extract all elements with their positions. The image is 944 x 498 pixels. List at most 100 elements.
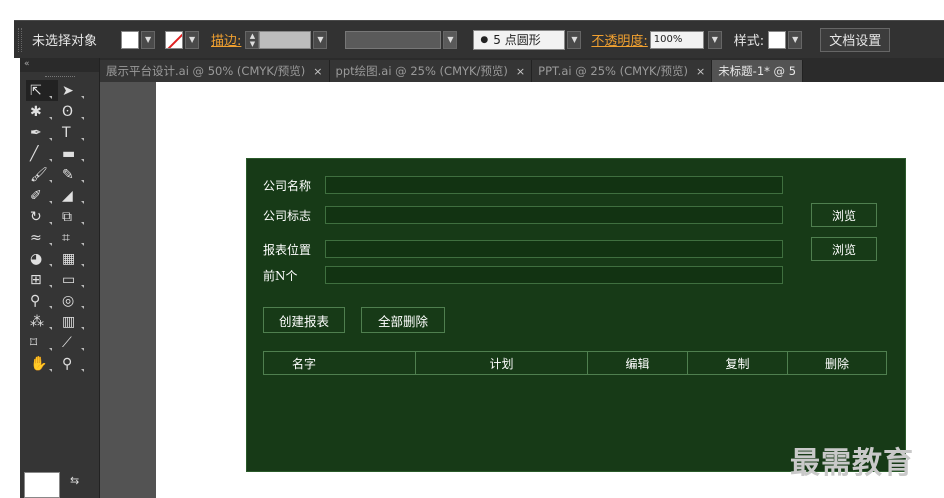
tool-row: ✱ ʘ — [20, 101, 99, 122]
rectangle-tool-icon[interactable]: ▬ — [58, 143, 90, 164]
window-top-strip — [0, 0, 944, 20]
tool-row: 🖌 ✎ — [20, 164, 99, 185]
slice-tool-icon[interactable]: ⟋ — [58, 332, 90, 353]
company-name-label: 公司名称 — [263, 178, 312, 193]
report-location-input[interactable] — [325, 240, 783, 258]
control-bar-grip[interactable] — [18, 27, 22, 52]
selection-tool-icon[interactable]: ⇱ — [26, 80, 58, 101]
document-tab-3[interactable]: PPT.ai @ 25% (CMYK/预览) × — [532, 60, 713, 82]
opacity-label[interactable]: 不透明度: — [591, 30, 647, 49]
column-header-plan[interactable]: 计划 — [416, 352, 588, 374]
top-n-input[interactable] — [325, 266, 783, 284]
browse-location-button[interactable]: 浏览 — [811, 237, 877, 261]
line-segment-tool-icon[interactable]: ╱ — [26, 143, 58, 164]
swap-fill-stroke-icon[interactable]: ⇆ — [70, 474, 79, 487]
paintbrush-tool-icon[interactable]: 🖌 — [26, 164, 58, 185]
top-n-label: 前N个 — [263, 268, 298, 283]
brush-dot-icon: ● — [480, 34, 489, 45]
scale-tool-icon[interactable]: ⧉ — [58, 206, 90, 227]
tool-row: ✐ ◢ — [20, 185, 99, 206]
fill-stroke-indicator[interactable] — [24, 472, 60, 498]
pencil-tool-icon[interactable]: ✎ — [58, 164, 90, 185]
company-name-input[interactable] — [325, 176, 783, 194]
tools-panel-grip[interactable] — [20, 72, 99, 80]
opacity-field[interactable]: 100% — [649, 30, 704, 49]
symbol-sprayer-tool-icon[interactable]: ⁂ — [26, 311, 58, 332]
gradient-tool-icon[interactable]: ▭ — [58, 269, 90, 290]
tool-row: ◕ ▦ — [20, 248, 99, 269]
free-transform-tool-icon[interactable]: ⌗ — [58, 227, 90, 248]
stroke-weight-field[interactable] — [259, 30, 312, 49]
document-tab-4[interactable]: 未标题-1* @ 5 — [712, 60, 804, 82]
tool-row: ↻ ⧉ — [20, 206, 99, 227]
document-tab-label: PPT.ai @ 25% (CMYK/预览) — [538, 64, 688, 78]
graphic-style-swatch[interactable] — [768, 30, 787, 49]
document-tab-1[interactable]: 展示平台设计.ai @ 50% (CMYK/预览) × — [100, 60, 330, 82]
tool-row: ⚲ ◎ — [20, 290, 99, 311]
document-tab-label: ppt绘图.ai @ 25% (CMYK/预览) — [335, 64, 508, 78]
variable-width-profile-field[interactable] — [345, 30, 442, 49]
tool-row: ≈ ⌗ — [20, 227, 99, 248]
close-tab-icon[interactable]: × — [516, 65, 525, 78]
report-grid-header: 名字 计划 编辑 复制 删除 — [263, 351, 887, 375]
tools-panel: « ⇱ ➤ ✱ ʘ ✒ T ╱ ▬ 🖌 ✎ ✐ ◢ ↻ ⧉ ≈ ⌗ ◕ ▦ ⊞ ▭ ⚲ ◎ ⁂ ▥ ⌑ ⟋ ✋ ⚲ ⇆ — [20, 58, 100, 498]
fill-color-swatch[interactable] — [121, 30, 140, 49]
column-header-delete[interactable]: 删除 — [788, 352, 886, 374]
control-bar: 未选择对象 ▼ ▼ 描边: ▲ ▼ ▼ ▼ ● 5 点圆形 ▼ 不透明度: 100… — [14, 20, 944, 58]
type-tool-icon[interactable]: T — [58, 122, 90, 143]
browse-location-label: 浏览 — [831, 242, 856, 257]
stroke-weight-dropdown[interactable]: ▼ — [313, 30, 328, 49]
document-tab-label: 展示平台设计.ai @ 50% (CMYK/预览) — [106, 64, 306, 78]
eraser-tool-icon[interactable]: ◢ — [58, 185, 90, 206]
brush-definition-field[interactable]: ● 5 点圆形 — [473, 29, 566, 50]
tool-row: ⁂ ▥ — [20, 311, 99, 332]
graphic-style-dropdown[interactable]: ▼ — [788, 30, 803, 49]
eyedropper-tool-icon[interactable]: ⚲ — [26, 290, 58, 311]
tools-panel-collapse[interactable]: « — [20, 58, 99, 72]
brush-definition-dropdown[interactable]: ▼ — [567, 30, 582, 49]
hand-tool-icon[interactable]: ✋ — [26, 353, 58, 374]
browse-logo-button[interactable]: 浏览 — [811, 203, 877, 227]
opacity-dropdown[interactable]: ▼ — [707, 30, 722, 49]
delete-all-button[interactable]: 全部删除 — [361, 307, 445, 333]
column-header-edit[interactable]: 编辑 — [588, 352, 688, 374]
mesh-tool-icon[interactable]: ⊞ — [26, 269, 58, 290]
tool-row: ╱ ▬ — [20, 143, 99, 164]
create-report-button[interactable]: 创建报表 — [263, 307, 345, 333]
close-tab-icon[interactable]: × — [313, 65, 322, 78]
stroke-color-dropdown[interactable]: ▼ — [185, 30, 200, 49]
document-setup-button[interactable]: 文档设置 — [820, 27, 891, 52]
column-graph-tool-icon[interactable]: ▥ — [58, 311, 90, 332]
tool-row: ⇱ ➤ — [20, 80, 99, 101]
selection-status: 未选择对象 — [32, 34, 98, 49]
direct-selection-tool-icon[interactable]: ➤ — [58, 80, 90, 101]
blob-brush-tool-icon[interactable]: ✐ — [26, 185, 58, 206]
lasso-tool-icon[interactable]: ʘ — [58, 101, 90, 122]
rotate-tool-icon[interactable]: ↻ — [26, 206, 58, 227]
stroke-color-swatch[interactable] — [165, 30, 184, 49]
report-form-panel: 公司名称 公司标志 浏览 报表位置 浏览 前N个 创建报表 全部删除 名字 计划… — [246, 158, 906, 472]
company-logo-label: 公司标志 — [263, 208, 312, 223]
column-header-name[interactable]: 名字 — [264, 352, 416, 374]
variable-width-profile-dropdown[interactable]: ▼ — [443, 30, 458, 49]
blend-tool-icon[interactable]: ◎ — [58, 290, 90, 311]
stroke-label[interactable]: 描边: — [211, 30, 241, 49]
perspective-grid-tool-icon[interactable]: ▦ — [58, 248, 90, 269]
document-tab-2[interactable]: ppt绘图.ai @ 25% (CMYK/预览) × — [329, 60, 533, 82]
stroke-weight-spinner[interactable]: ▲ ▼ — [245, 30, 260, 49]
fill-color-dropdown[interactable]: ▼ — [141, 30, 156, 49]
zoom-tool-icon[interactable]: ⚲ — [58, 353, 90, 374]
report-location-row: 报表位置 — [263, 239, 783, 259]
magic-wand-tool-icon[interactable]: ✱ — [26, 101, 58, 122]
shape-builder-tool-icon[interactable]: ◕ — [26, 248, 58, 269]
artboard-tool-icon[interactable]: ⌑ — [26, 332, 58, 353]
column-header-copy[interactable]: 复制 — [688, 352, 788, 374]
top-n-row: 前N个 — [263, 265, 783, 285]
company-logo-input[interactable] — [325, 206, 783, 224]
tool-row: ⌑ ⟋ — [20, 332, 99, 353]
pen-tool-icon[interactable]: ✒ — [26, 122, 58, 143]
width-tool-icon[interactable]: ≈ — [26, 227, 58, 248]
style-label: 样式: — [733, 34, 765, 49]
close-tab-icon[interactable]: × — [696, 65, 705, 78]
canvas-pasteboard[interactable] — [100, 82, 156, 498]
